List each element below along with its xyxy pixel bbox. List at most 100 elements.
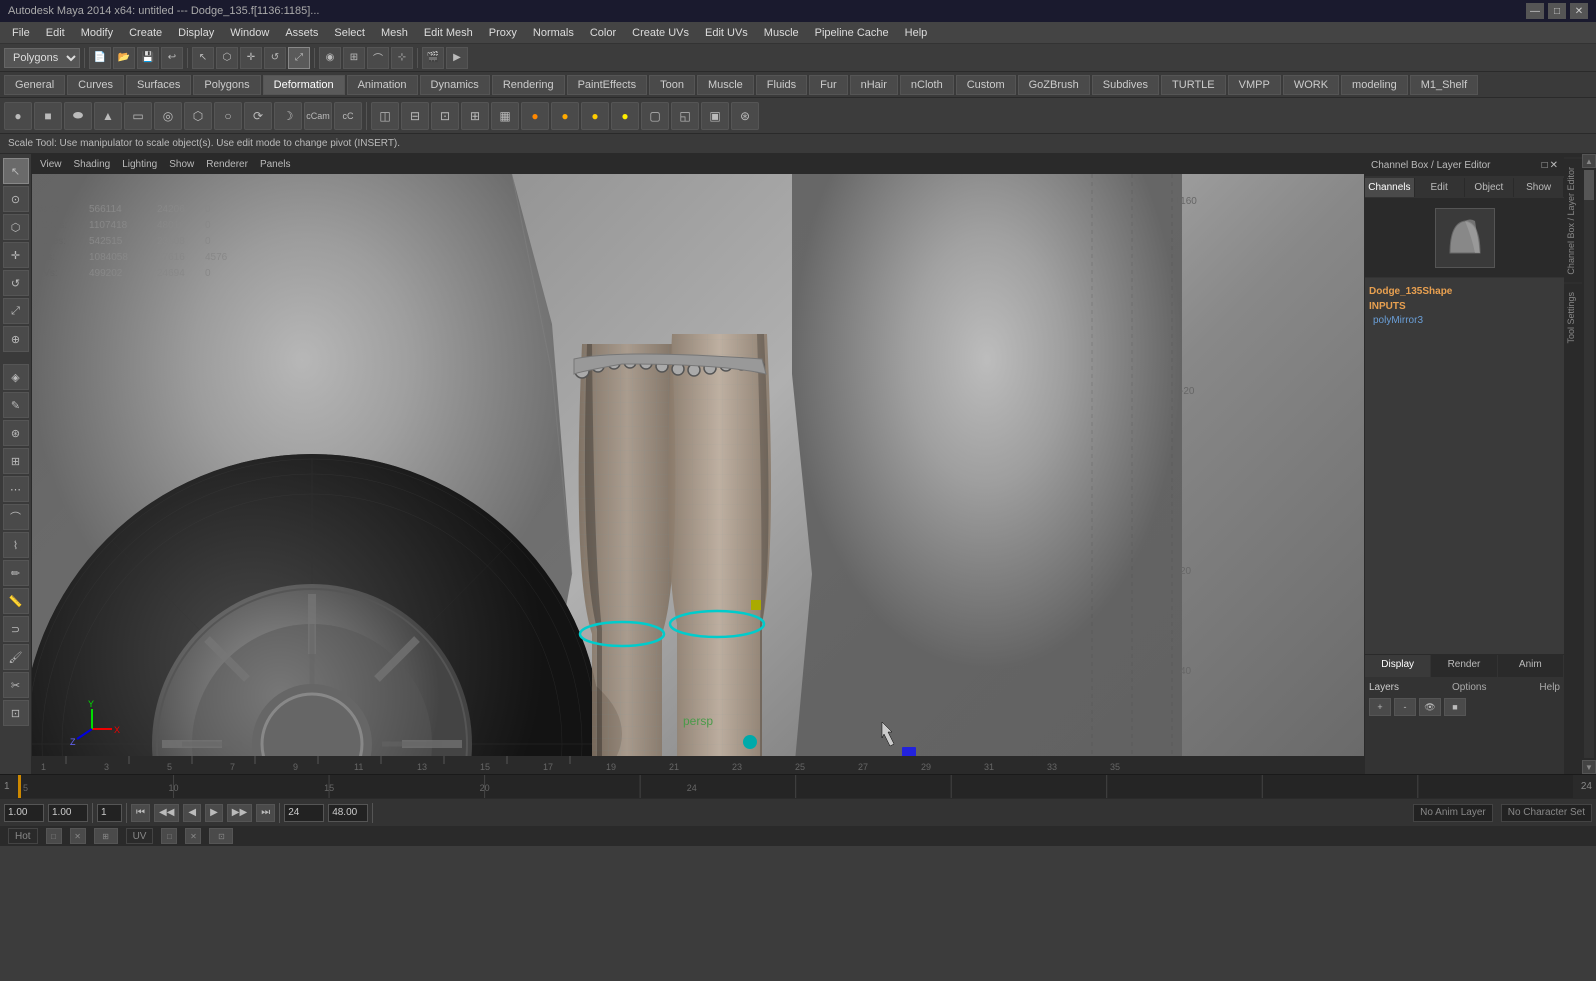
menu-display[interactable]: Display (170, 25, 222, 41)
rs-tab-tool-settings[interactable]: Tool Settings (1564, 283, 1582, 352)
ep-curve-tool[interactable]: ⌇ (3, 532, 29, 558)
scroll-track[interactable] (1584, 170, 1594, 758)
hot-expand-button[interactable]: □ (46, 828, 62, 844)
tab-custom[interactable]: Custom (956, 75, 1016, 95)
tab-display[interactable]: Display (1365, 655, 1431, 677)
hot-close-button[interactable]: ✕ (70, 828, 86, 844)
ik-tool[interactable]: ⋯ (3, 476, 29, 502)
tab-gozbrush[interactable]: GoZBrush (1018, 75, 1090, 95)
joint-tool[interactable]: ⊞ (3, 448, 29, 474)
shelf-prism[interactable]: ⬡ (184, 102, 212, 130)
measure-tool[interactable]: 📏 (3, 588, 29, 614)
tab-render[interactable]: Render (1431, 655, 1497, 677)
menu-mesh[interactable]: Mesh (373, 25, 416, 41)
hot-icon[interactable]: ⊞ (94, 828, 118, 844)
undo-button[interactable]: ↩ (161, 47, 183, 69)
vp-menu-show[interactable]: Show (165, 159, 198, 170)
tab-fur[interactable]: Fur (809, 75, 848, 95)
select-tool-button[interactable]: ↖ (192, 47, 214, 69)
soft-select-button[interactable]: ◉ (319, 47, 341, 69)
shelf-display4[interactable]: ⊞ (461, 102, 489, 130)
scroll-thumb[interactable] (1584, 170, 1594, 200)
step-back-button[interactable]: ◀◀ (154, 804, 179, 822)
rotate-tool-l[interactable]: ↺ (3, 270, 29, 296)
shelf-cylinder[interactable]: ⬬ (64, 102, 92, 130)
tab-subdives[interactable]: Subdives (1092, 75, 1159, 95)
tab-deformation[interactable]: Deformation (263, 75, 345, 95)
shelf-extra[interactable]: ☽ (274, 102, 302, 130)
vp-menu-panels[interactable]: Panels (256, 159, 295, 170)
scroll-down-button[interactable]: ▼ (1582, 760, 1596, 774)
tab-turtle[interactable]: TURTLE (1161, 75, 1226, 95)
menu-edit[interactable]: Edit (38, 25, 73, 41)
cb-tab-channels[interactable]: Channels (1365, 178, 1415, 197)
pencil-tool[interactable]: ✏ (3, 560, 29, 586)
rs-tab-channel-box[interactable]: Channel Box / Layer Editor (1564, 158, 1582, 283)
shelf-sphere[interactable]: ● (4, 102, 32, 130)
window-controls[interactable]: — □ ✕ (1526, 3, 1588, 19)
paint-select-tool[interactable]: ⊙ (3, 186, 29, 212)
vp-menu-shading[interactable]: Shading (70, 159, 115, 170)
uv-close-button[interactable]: ✕ (185, 828, 201, 844)
lasso-select-tool[interactable]: ⬡ (3, 214, 29, 240)
help-tab[interactable]: Help (1539, 682, 1560, 693)
tab-work[interactable]: WORK (1283, 75, 1339, 95)
shelf-surface3[interactable]: ▣ (701, 102, 729, 130)
tab-dynamics[interactable]: Dynamics (420, 75, 490, 95)
tab-rendering[interactable]: Rendering (492, 75, 565, 95)
tab-muscle[interactable]: Muscle (697, 75, 754, 95)
viewport[interactable]: -1160 -20 20 40 X Y Z (32, 174, 1364, 756)
tab-modeling[interactable]: modeling (1341, 75, 1408, 95)
options-tab[interactable]: Options (1452, 682, 1486, 693)
menu-create[interactable]: Create (121, 25, 170, 41)
shelf-plane[interactable]: ▭ (124, 102, 152, 130)
timeline-track[interactable]: 5 10 15 20 24 (18, 775, 1573, 798)
shelf-helix[interactable]: ⟳ (244, 102, 272, 130)
lasso-tool-button[interactable]: ⬡ (216, 47, 238, 69)
shelf-display2[interactable]: ⊟ (401, 102, 429, 130)
tab-animation[interactable]: Animation (347, 75, 418, 95)
go-end-button[interactable]: ⏭ (256, 804, 275, 822)
menu-create-uvs[interactable]: Create UVs (624, 25, 697, 41)
snap-grid-button[interactable]: ⊞ (343, 47, 365, 69)
menu-edit-mesh[interactable]: Edit Mesh (416, 25, 481, 41)
hot-tab[interactable]: Hot (8, 828, 38, 844)
start-frame-field[interactable] (48, 804, 88, 822)
menu-select[interactable]: Select (326, 25, 373, 41)
tab-curves[interactable]: Curves (67, 75, 124, 95)
snap-curve-button[interactable]: ⌒ (367, 47, 389, 69)
tab-nhair[interactable]: nHair (850, 75, 898, 95)
uv-icon[interactable]: ⊡ (209, 828, 233, 844)
current-time-field[interactable] (4, 804, 44, 822)
menu-window[interactable]: Window (222, 25, 277, 41)
shelf-display3[interactable]: ⊡ (431, 102, 459, 130)
vp-menu-renderer[interactable]: Renderer (202, 159, 252, 170)
cb-tab-show[interactable]: Show (1514, 178, 1564, 197)
scale-tool-button[interactable]: ⤢ (288, 47, 310, 69)
uv-tab[interactable]: UV (126, 828, 154, 844)
prev-frame-button[interactable]: ◀ (183, 804, 201, 822)
shelf-display1[interactable]: ◫ (371, 102, 399, 130)
menu-edit-uvs[interactable]: Edit UVs (697, 25, 756, 41)
menu-normals[interactable]: Normals (525, 25, 582, 41)
cb-tab-edit[interactable]: Edit (1415, 178, 1465, 197)
fps-field[interactable] (328, 804, 368, 822)
move-tool-l[interactable]: ✛ (3, 242, 29, 268)
shelf-torus[interactable]: ◎ (154, 102, 182, 130)
vp-menu-lighting[interactable]: Lighting (118, 159, 161, 170)
shelf-surface2[interactable]: ◱ (671, 102, 699, 130)
layers-tab[interactable]: Layers (1369, 682, 1399, 693)
menu-muscle[interactable]: Muscle (756, 25, 807, 41)
minimize-button[interactable]: — (1526, 3, 1544, 19)
shelf-surface1[interactable]: ▢ (641, 102, 669, 130)
tab-anim[interactable]: Anim (1498, 655, 1564, 677)
universal-manipulator[interactable]: ⊕ (3, 326, 29, 352)
maximize-button[interactable]: □ (1548, 3, 1566, 19)
layer-color-button[interactable]: ■ (1444, 698, 1466, 716)
menu-file[interactable]: File (4, 25, 38, 41)
menu-pipeline-cache[interactable]: Pipeline Cache (807, 25, 897, 41)
menu-proxy[interactable]: Proxy (481, 25, 525, 41)
open-scene-button[interactable]: 📂 (113, 47, 135, 69)
region-cut-tool[interactable]: ✂ (3, 672, 29, 698)
delete-layer-button[interactable]: - (1394, 698, 1416, 716)
